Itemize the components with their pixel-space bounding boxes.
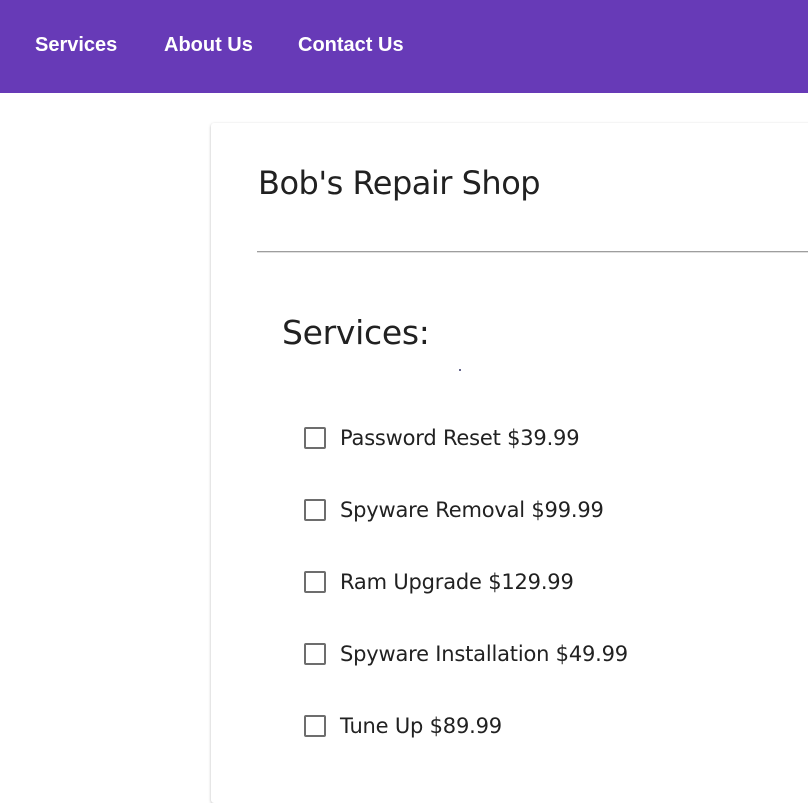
service-label: Spyware Installation $49.99 <box>340 642 628 666</box>
checkbox[interactable] <box>304 571 326 593</box>
services-heading: Services: <box>282 313 430 352</box>
content-card <box>211 123 808 803</box>
service-label: Tune Up $89.99 <box>340 714 502 738</box>
service-option-tune-up[interactable]: Tune Up $89.99 <box>304 712 502 740</box>
page-title: Bob's Repair Shop <box>258 164 541 202</box>
service-option-ram-upgrade[interactable]: Ram Upgrade $129.99 <box>304 568 574 596</box>
nav-link-about-us[interactable]: About Us <box>164 32 253 58</box>
service-option-password-reset[interactable]: Password Reset $39.99 <box>304 424 580 452</box>
service-label: Spyware Removal $99.99 <box>340 498 604 522</box>
divider <box>257 251 808 253</box>
service-option-spyware-removal[interactable]: Spyware Removal $99.99 <box>304 496 604 524</box>
service-label: Password Reset $39.99 <box>340 426 580 450</box>
nav-link-contact-us[interactable]: Contact Us <box>298 32 404 58</box>
checkbox[interactable] <box>304 715 326 737</box>
checkbox[interactable] <box>304 427 326 449</box>
checkbox[interactable] <box>304 643 326 665</box>
nav-link-services[interactable]: Services <box>35 32 117 58</box>
top-app-bar: Services About Us Contact Us <box>0 0 808 93</box>
stray-dot <box>459 369 461 371</box>
service-label: Ram Upgrade $129.99 <box>340 570 574 594</box>
checkbox[interactable] <box>304 499 326 521</box>
service-option-spyware-installation[interactable]: Spyware Installation $49.99 <box>304 640 628 668</box>
